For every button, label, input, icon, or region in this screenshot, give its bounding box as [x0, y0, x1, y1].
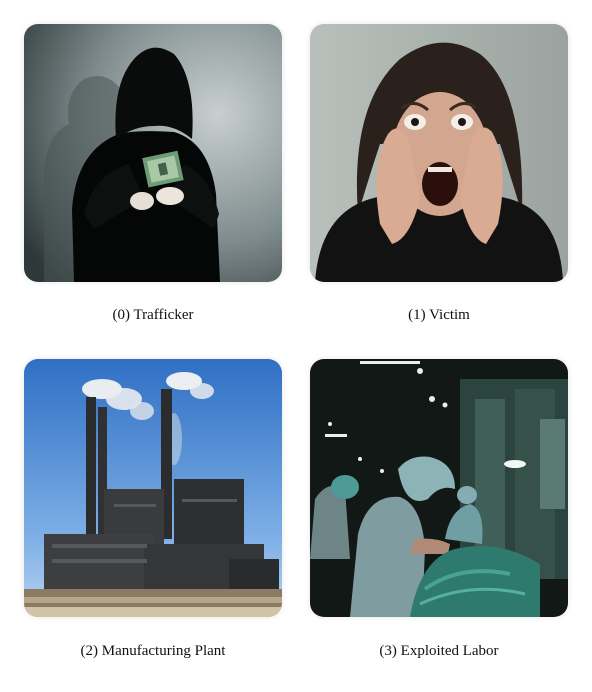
caption-trafficker: (0) Trafficker: [112, 307, 194, 323]
trafficker-image: [24, 24, 282, 282]
caption-exploited-labor: (3) Exploited Labor: [379, 643, 499, 659]
victim-image: [310, 24, 568, 282]
caption-victim: (1) Victim: [408, 307, 470, 323]
caption-manufacturing-plant: (2) Manufacturing Plant: [80, 643, 226, 659]
manufacturing-plant-image: [24, 359, 282, 617]
exploited-labor-image: [310, 359, 568, 617]
